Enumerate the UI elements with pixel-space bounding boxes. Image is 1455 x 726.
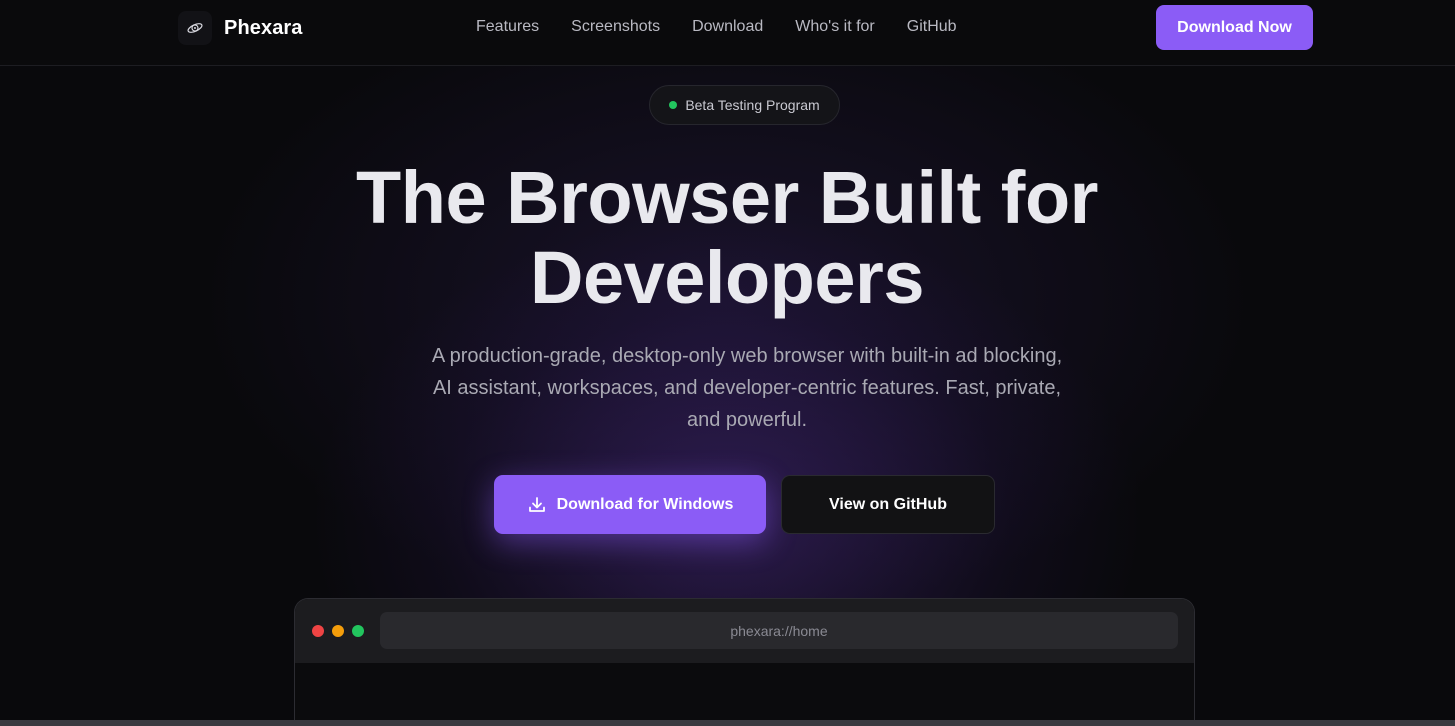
- minimize-dot-icon: [332, 625, 344, 637]
- download-icon: [528, 496, 545, 512]
- mockup-address-bar: phexara://home: [380, 612, 1178, 649]
- landing-page: Phexara Features Screenshots Download Wh…: [0, 0, 1455, 726]
- nav-link-screenshots[interactable]: Screenshots: [571, 18, 660, 36]
- nav-link-features[interactable]: Features: [476, 18, 539, 36]
- status-dot-icon: [669, 101, 678, 109]
- mockup-titlebar: phexara://home: [295, 599, 1194, 663]
- hero-title-line1: The Browser Built for: [356, 156, 1098, 239]
- phexara-logo-icon: [178, 11, 212, 45]
- nav-link-whos-it-for[interactable]: Who's it for: [795, 18, 875, 36]
- browser-mockup: phexara://home: [294, 598, 1195, 726]
- download-for-windows-label: Download for Windows: [556, 495, 734, 513]
- nav-link-download[interactable]: Download: [692, 18, 763, 36]
- hero-title: The Browser Built for Developers: [227, 158, 1227, 318]
- close-dot-icon: [312, 625, 324, 637]
- maximize-dot-icon: [352, 625, 364, 637]
- nav-links: Features Screenshots Download Who's it f…: [476, 18, 957, 36]
- download-now-button[interactable]: Download Now: [1156, 5, 1313, 50]
- brand[interactable]: Phexara: [178, 11, 303, 45]
- hero-title-line2: Developers: [530, 236, 924, 319]
- hero-subtitle: A production-grade, desktop-only web bro…: [431, 345, 1063, 431]
- top-nav: Phexara Features Screenshots Download Wh…: [0, 0, 1455, 66]
- brand-name: Phexara: [224, 16, 303, 39]
- badge-text: Beta Testing Program: [685, 97, 820, 113]
- beta-badge: Beta Testing Program: [649, 85, 840, 125]
- view-on-github-button[interactable]: View on GitHub: [781, 475, 995, 534]
- nav-link-github[interactable]: GitHub: [907, 18, 957, 36]
- window-bottom-edge: [0, 720, 1455, 726]
- download-for-windows-button[interactable]: Download for Windows: [494, 475, 766, 534]
